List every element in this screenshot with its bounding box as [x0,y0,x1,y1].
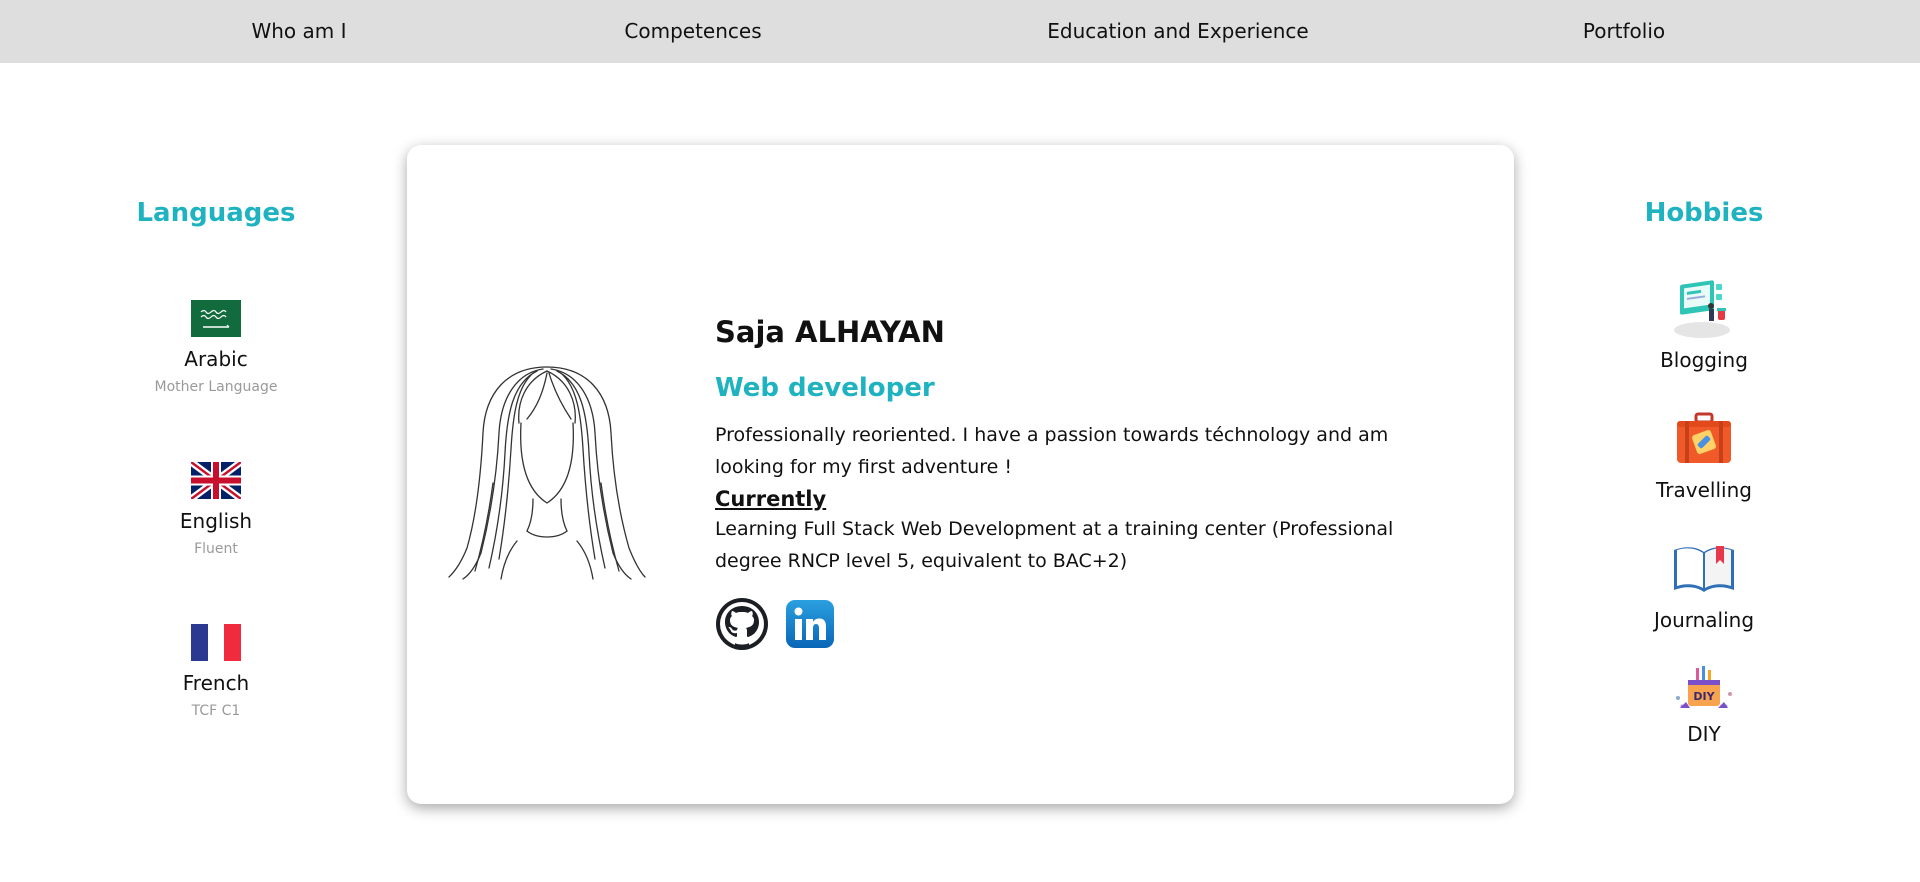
language-item-english: English Fluent [96,462,336,557]
hobby-item-travelling: Travelling [1584,406,1824,502]
currently-heading: Currently [715,487,827,511]
hobby-item-blogging: Blogging [1584,276,1824,372]
language-level: Mother Language [154,379,278,395]
language-level: TCF C1 [191,703,241,719]
profile-card: Saja ALHAYAN Web developer Professionall… [407,145,1514,804]
language-item-arabic: Arabic Mother Language [96,300,336,395]
diy-icon: DIY [1676,666,1732,708]
suitcase-icon [1677,412,1731,463]
hobbies-title: Hobbies [1644,198,1764,228]
nav-competences[interactable]: Competences [624,0,761,63]
language-name: French [182,671,250,695]
svg-text:DIY: DIY [1693,690,1715,703]
hobby-name: Travelling [1656,478,1752,502]
blogging-icon [1674,280,1730,338]
linkedin-link[interactable] [783,597,837,651]
language-level: Fluent [194,541,238,557]
nav-portfolio[interactable]: Portfolio [1583,0,1665,63]
nav-who-am-i[interactable]: Who am I [251,0,346,63]
currently-text: Learning Full Stack Web Development at a… [715,518,1394,572]
nav-education-experience[interactable]: Education and Experience [1047,0,1308,63]
profile-bio: Professionally reoriented. I have a pass… [715,424,1389,478]
hobby-name: DIY [1687,722,1721,746]
profile-info: Saja ALHAYAN Web developer Professionall… [715,315,1435,651]
linkedin-icon [786,600,834,648]
hobby-name: Blogging [1660,348,1748,372]
languages-title: Languages [136,198,296,228]
france-flag-icon [191,624,241,661]
language-name: Arabic [184,347,248,371]
hobby-item-diy: DIY DIY [1584,664,1824,746]
github-link[interactable] [715,597,769,651]
top-navbar: Who am I Competences Education and Exper… [0,0,1920,63]
github-icon [716,598,768,650]
language-name: English [179,509,253,533]
hobby-name: Journaling [1653,608,1755,632]
saudi-flag-icon [191,300,241,337]
book-icon [1674,546,1734,592]
portrait-sketch [448,366,646,580]
language-item-french: French TCF C1 [96,624,336,719]
profile-name: Saja ALHAYAN [715,315,945,349]
social-links [715,597,1435,651]
hobby-item-journaling: Journaling [1584,536,1824,632]
uk-flag-icon [191,462,241,499]
profile-role: Web developer [715,373,935,403]
